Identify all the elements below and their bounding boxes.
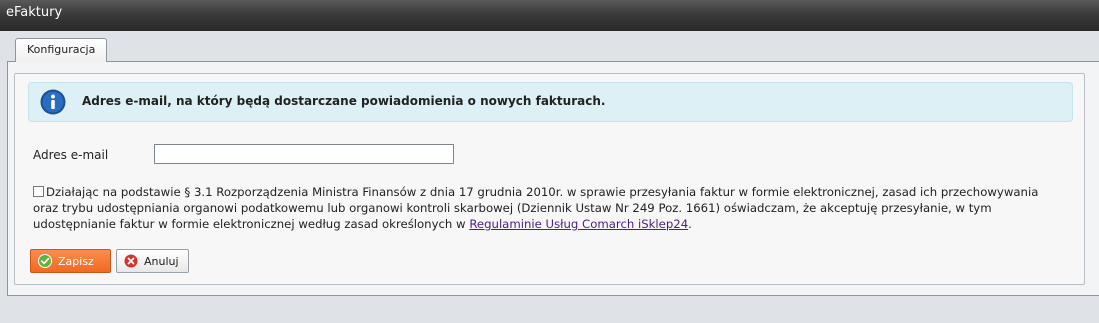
tab-konfiguracja[interactable]: Konfiguracja: [15, 38, 108, 62]
save-button-label: Zapisz: [58, 255, 94, 268]
consent-suffix: .: [688, 217, 692, 231]
consent-block: Działając na podstawie § 3.1 Rozporządze…: [33, 184, 1053, 232]
window-title: eFaktury: [6, 5, 63, 20]
close-icon: [124, 254, 138, 268]
info-message-box: Adres e-mail, na który będą dostarczane …: [28, 82, 1073, 122]
consent-checkbox[interactable]: [33, 186, 44, 197]
save-button[interactable]: Zapisz: [30, 249, 111, 273]
window-titlebar: eFaktury: [0, 0, 1099, 31]
check-icon: [38, 254, 52, 268]
info-message: Adres e-mail, na który będą dostarczane …: [82, 94, 606, 108]
info-icon: [40, 89, 66, 115]
cancel-button-label: Anuluj: [144, 255, 179, 268]
tab-label: Konfiguracja: [27, 43, 96, 56]
cancel-button[interactable]: Anuluj: [116, 249, 189, 273]
email-label: Adres e-mail: [33, 148, 109, 162]
terms-link[interactable]: Regulaminie Usług Comarch iSklep24: [469, 217, 688, 231]
email-field[interactable]: [154, 144, 454, 164]
